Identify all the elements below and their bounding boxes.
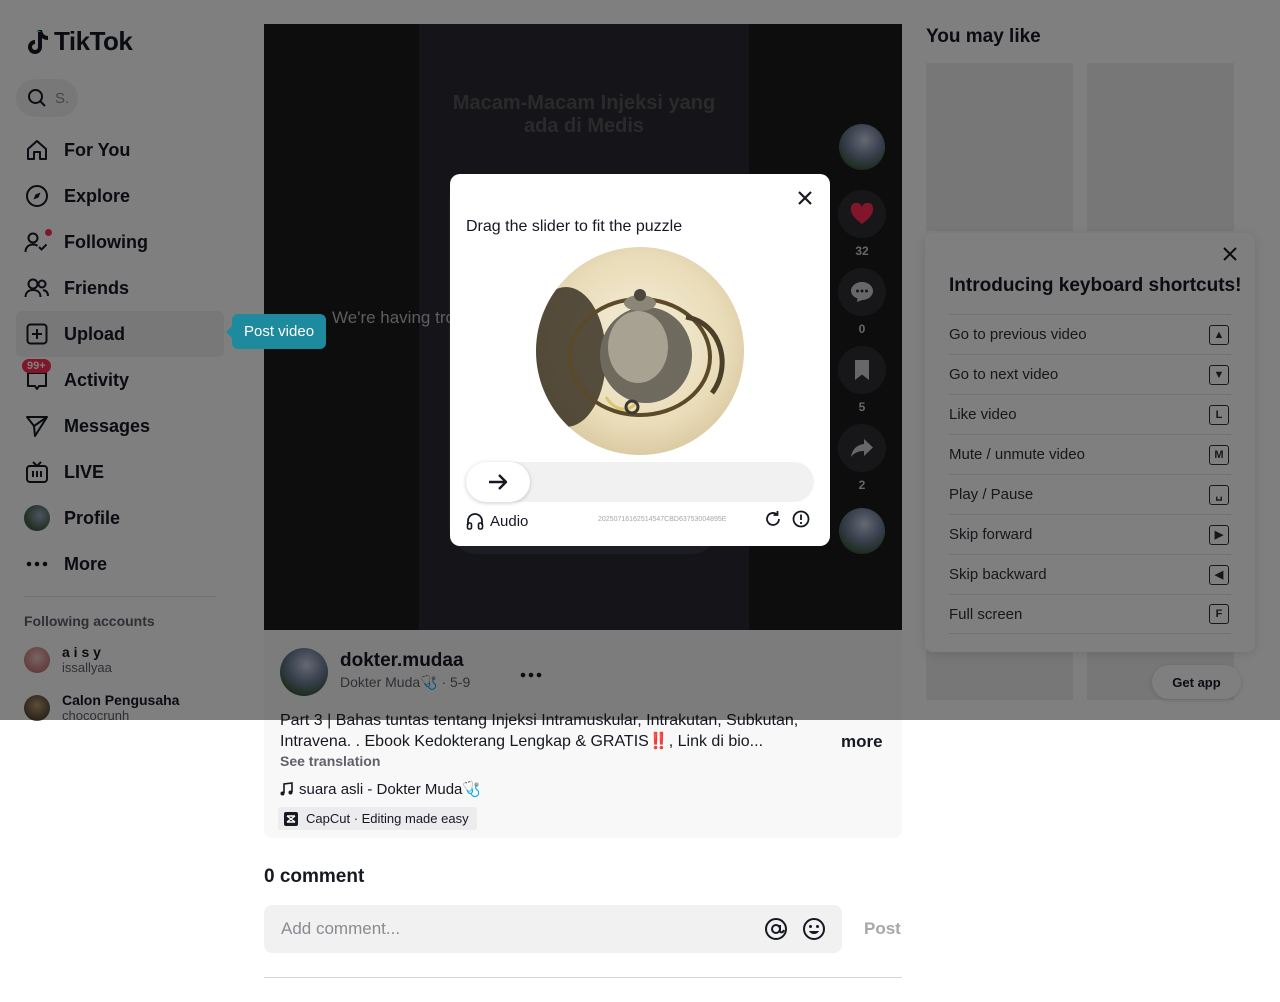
captcha-modal: Drag the slider to fit the puzzle Audio … xyxy=(450,174,830,546)
captcha-id-text: 20250716162514547CBD63753004895E xyxy=(598,516,727,523)
capcut-anchor[interactable]: CapCut · Editing made easy xyxy=(278,807,477,830)
caption-more-button[interactable]: more xyxy=(841,732,883,752)
audio-label: Audio xyxy=(490,512,529,530)
captcha-slider-track[interactable] xyxy=(466,462,814,502)
captcha-slider-handle[interactable] xyxy=(466,462,530,502)
capcut-label: CapCut · Editing made easy xyxy=(306,811,469,826)
teapot-image xyxy=(536,287,725,427)
post-comment-button[interactable]: Post xyxy=(864,919,901,939)
captcha-actions xyxy=(764,510,810,528)
comment-placeholder: Add comment... xyxy=(281,919,401,938)
refresh-icon[interactable] xyxy=(764,510,782,528)
see-translation-link[interactable]: See translation xyxy=(280,753,380,769)
captcha-title: Drag the slider to fit the puzzle xyxy=(466,218,683,235)
music-title: suara asli - Dokter Muda🩺 xyxy=(299,781,482,798)
comments-divider xyxy=(264,977,902,978)
post-video-tooltip[interactable]: Post video xyxy=(225,314,327,349)
headphones-icon xyxy=(466,513,484,530)
arrow-right-icon xyxy=(489,474,508,490)
emoji-icon[interactable] xyxy=(802,917,826,941)
music-note-icon xyxy=(280,782,293,796)
close-icon xyxy=(798,191,812,205)
comments-title: 0 comment xyxy=(264,866,365,887)
captcha-close-button[interactable] xyxy=(798,191,812,210)
captcha-puzzle-image xyxy=(536,247,744,455)
mention-icon[interactable] xyxy=(764,917,788,941)
comment-input[interactable]: Add comment... xyxy=(264,905,842,953)
info-icon[interactable] xyxy=(792,510,810,528)
captcha-audio-button[interactable]: Audio xyxy=(466,512,528,530)
music-link[interactable]: suara asli - Dokter Muda🩺 xyxy=(280,780,481,798)
capcut-icon xyxy=(284,811,298,826)
